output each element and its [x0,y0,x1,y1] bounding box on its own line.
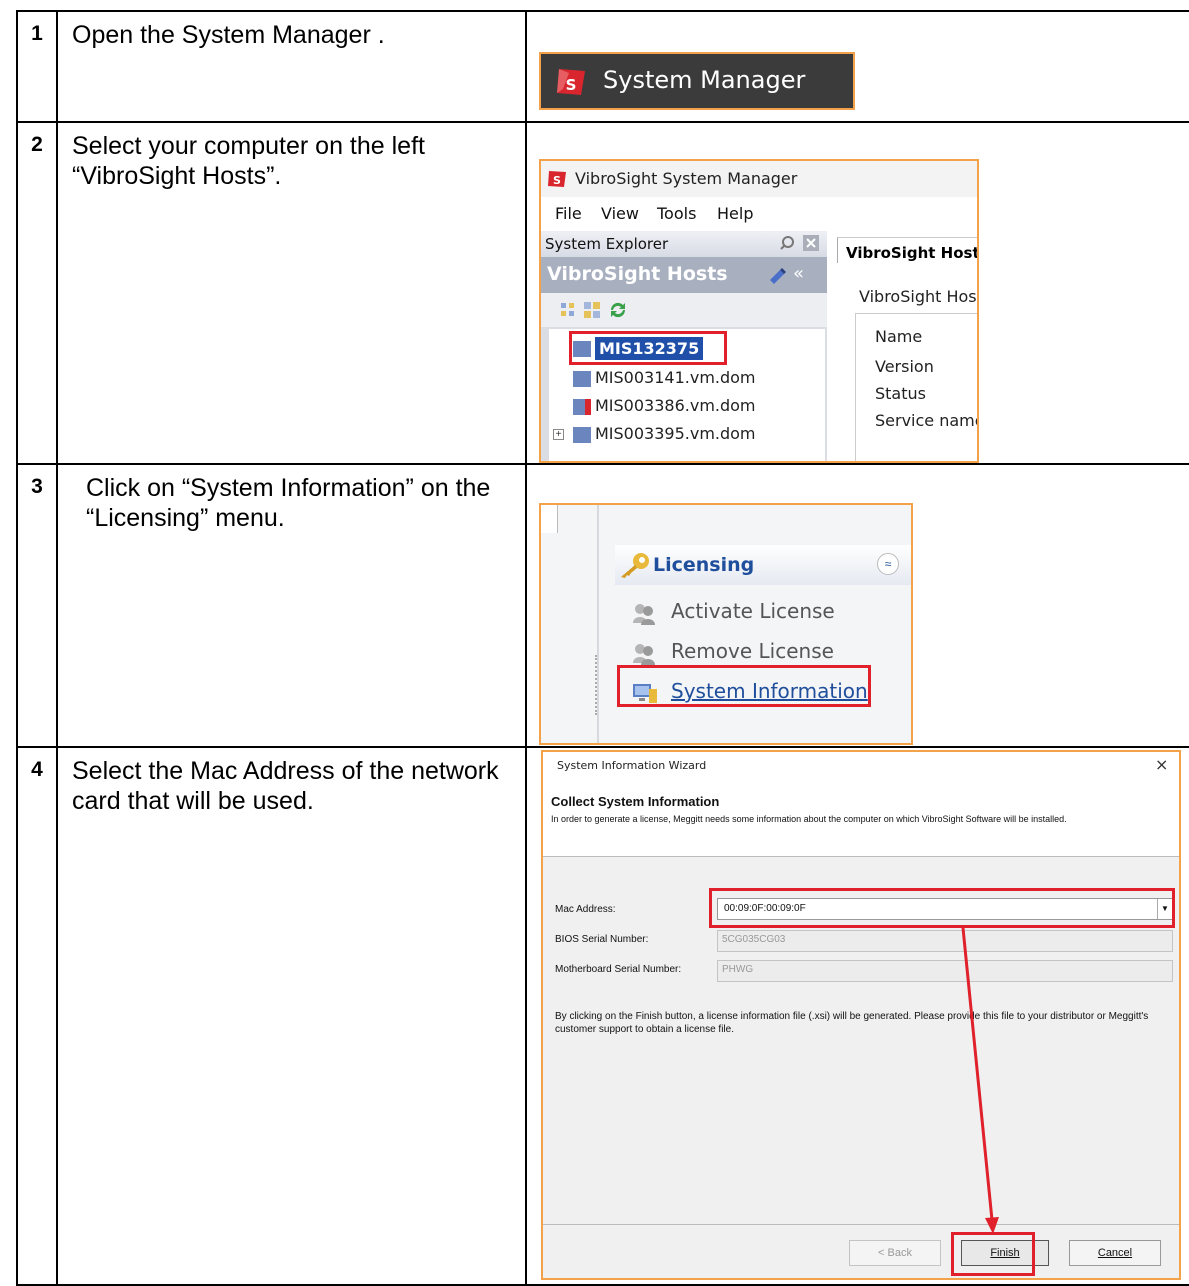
step-row-1: 1 Open the System Manager . S System Man… [0,12,1189,121]
expand-icon[interactable]: + [553,429,564,440]
refresh-icon[interactable] [607,300,629,320]
collapse-chevron-icon[interactable]: ≈ [877,553,899,575]
users-icon [631,641,657,665]
host-label: MIS003141.vm.dom [595,368,756,387]
system-manager-window: S VibroSight System Manager File View To… [539,159,979,463]
field-version: Version [875,357,934,376]
step-image: S System Manager [527,12,1189,121]
menu-help[interactable]: Help [717,204,753,223]
menu-tools[interactable]: Tools [657,204,696,223]
step-number: 1 [16,12,58,121]
step-image: Licensing ≈ Activate License Remove Lice… [527,465,1189,746]
close-pane-icon[interactable] [803,235,819,251]
arrow-annotation [961,927,999,1234]
host-label: MIS003395.vm.dom [595,424,756,443]
window-title: VibroSight System Manager [575,169,798,188]
svg-text:S: S [566,76,577,94]
hosts-tree: MIS132375 MIS003141.vm.dom MIS003386.vm.… [549,329,825,461]
group-label: VibroSight Hos [859,287,977,306]
highlight-box [617,665,871,707]
splitter-grip [595,655,601,715]
field-status: Status [875,384,926,403]
collapse-icon[interactable]: « [793,263,804,284]
system-manager-label: System Manager [603,66,806,94]
menu-view[interactable]: View [601,204,639,223]
field-service-name: Service name [875,411,979,430]
step-row-4: 4 Select the Mac Address of the network … [0,748,1189,1284]
licensing-panel-screenshot: Licensing ≈ Activate License Remove Lice… [539,503,913,745]
app-logo-icon: S [547,170,567,188]
host-label: MIS003386.vm.dom [595,396,756,415]
pin-icon[interactable] [779,235,795,251]
scroll-edge [541,505,558,533]
step-row-2: 2 Select your computer on the left “Vibr… [0,123,1189,463]
menu-file[interactable]: File [555,204,582,223]
step-text: Select your computer on the left “VibroS… [58,123,527,463]
menu-item-label: Remove License [671,639,834,663]
tree-view-icon[interactable] [559,301,577,319]
edit-host-icon[interactable] [767,266,787,284]
host-error-icon [573,399,591,415]
step-number: 3 [16,465,58,746]
host-details-pane: VibroSight Host : VibroSight Hos Name Ve… [831,231,979,461]
system-manager-logo-icon: S [555,67,587,97]
step-row-3: 3 Click on “System Information” on the “… [0,465,1189,746]
explorer-titlebar: System Explorer [541,231,827,258]
system-information-wizard: System Information Wizard × Collect Syst… [541,750,1181,1280]
host-icon [573,371,591,387]
licensing-title: Licensing [653,554,755,576]
host-icon [573,427,591,443]
tab-vibrosight-host[interactable]: VibroSight Host : [837,237,977,263]
key-icon [617,551,651,579]
instructions-table: 1 Open the System Manager . S System Man… [0,0,1189,1286]
step-number: 2 [16,123,58,463]
step-text: Select the Mac Address of the network ca… [58,748,527,1284]
step-image: S VibroSight System Manager File View To… [527,123,1189,463]
hosts-header: VibroSight Hosts « [541,257,827,293]
licensing-header: Licensing ≈ [615,545,911,585]
users-icon [631,601,657,625]
hosts-header-title: VibroSight Hosts [547,263,728,285]
menu-item-label: Activate License [671,599,835,623]
system-manager-button[interactable]: S System Manager [539,52,855,110]
step-number: 4 [16,748,58,1284]
menu-bar: File View Tools Help [541,197,977,229]
explorer-title: System Explorer [545,235,669,253]
field-name: Name [875,327,923,346]
menu-item-activate-license[interactable]: Activate License [631,597,911,629]
grid-view-icon[interactable] [583,301,601,319]
step-text: Click on “System Information” on the “Li… [58,465,527,746]
highlight-box [569,331,727,365]
hosts-toolbar [541,293,827,327]
svg-text:S: S [553,174,561,187]
window-titlebar: S VibroSight System Manager [541,161,977,197]
system-explorer-pane: System Explorer VibroSight Hosts « MIS13… [541,231,827,461]
step-image: System Information Wizard × Collect Syst… [527,748,1189,1284]
step-text: Open the System Manager . [58,12,527,121]
